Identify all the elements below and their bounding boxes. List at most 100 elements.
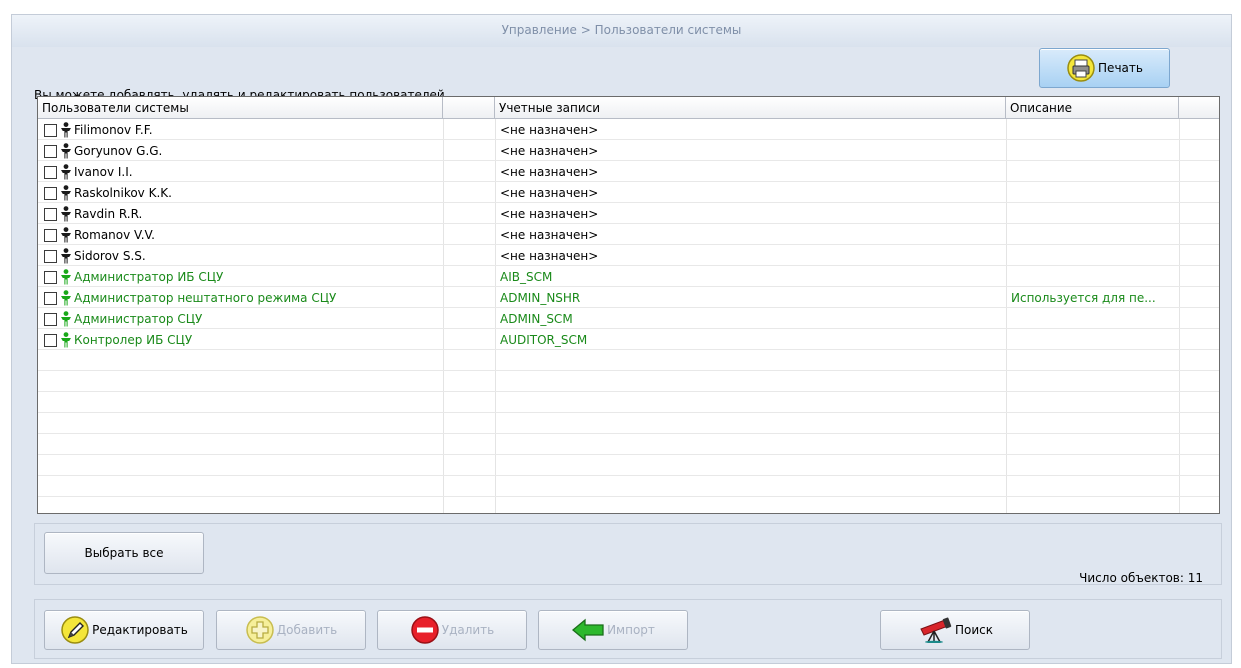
search-button[interactable]: Поиск <box>880 610 1030 650</box>
account-name: <не назначен> <box>500 165 599 179</box>
table-row[interactable]: Администратор СЦУ ADMIN_SCM <box>38 309 1219 329</box>
empty-row <box>38 393 1219 413</box>
delete-button[interactable]: Удалить <box>377 610 527 650</box>
user-icon <box>60 206 72 222</box>
row-checkbox[interactable] <box>44 229 57 242</box>
user-description <box>1011 330 1175 350</box>
system-user-icon <box>60 311 72 327</box>
account-name: AIB_SCM <box>500 270 553 284</box>
row-checkbox[interactable] <box>44 292 57 305</box>
table-row[interactable]: Romanov V.V. <не назначен> <box>38 225 1219 245</box>
account-name: <не назначен> <box>500 123 599 137</box>
account-name: <не назначен> <box>500 144 599 158</box>
select-all-label: Выбрать все <box>84 546 164 560</box>
row-checkbox[interactable] <box>44 271 57 284</box>
column-header-blank[interactable] <box>443 97 495 119</box>
account-name: <не назначен> <box>500 207 599 221</box>
pencil-icon <box>60 615 90 645</box>
row-checkbox[interactable] <box>44 313 57 326</box>
user-name: Romanov V.V. <box>74 228 155 242</box>
user-name: Goryunov G.G. <box>74 144 163 158</box>
table-row[interactable]: Filimonov F.F. <не назначен> <box>38 120 1219 140</box>
import-button-label: Импорт <box>607 623 655 637</box>
account-name: ADMIN_NSHR <box>500 291 581 305</box>
user-icon <box>60 143 72 159</box>
edit-button[interactable]: Редактировать <box>44 610 204 650</box>
user-name: Администратор СЦУ <box>74 312 203 326</box>
row-checkbox[interactable] <box>44 166 57 179</box>
add-button-label: Добавить <box>276 623 338 637</box>
table-row[interactable]: Администратор нештатного режима СЦУ ADMIN… <box>38 288 1219 308</box>
table-header: Пользователи системы Учетные записи Опис… <box>38 97 1219 119</box>
empty-row <box>38 477 1219 497</box>
system-user-icon <box>60 290 72 306</box>
user-icon <box>60 122 72 138</box>
user-name: Sidorov S.S. <box>74 249 146 263</box>
row-checkbox[interactable] <box>44 208 57 221</box>
user-description <box>1011 225 1175 245</box>
user-name: Ravdin R.R. <box>74 207 143 221</box>
user-description <box>1011 246 1175 266</box>
user-icon <box>60 185 72 201</box>
system-user-icon <box>60 269 72 285</box>
user-description <box>1011 162 1175 182</box>
row-checkbox[interactable] <box>44 187 57 200</box>
user-name: Администратор нештатного режима СЦУ <box>74 291 337 305</box>
empty-row <box>38 456 1219 476</box>
user-name: Администратор ИБ СЦУ <box>74 270 224 284</box>
search-button-label: Поиск <box>954 623 993 637</box>
row-checkbox[interactable] <box>44 334 57 347</box>
user-icon <box>60 164 72 180</box>
add-button[interactable]: Добавить <box>216 610 366 650</box>
users-table: Пользователи системы Учетные записи Опис… <box>37 96 1220 514</box>
user-icon <box>60 227 72 243</box>
account-name: <не назначен> <box>500 228 599 242</box>
empty-row <box>38 414 1219 434</box>
empty-row <box>38 372 1219 392</box>
user-description <box>1011 204 1175 224</box>
user-name: Raskolnikov K.K. <box>74 186 172 200</box>
account-name: ADMIN_SCM <box>500 312 573 326</box>
user-name: Ivanov I.I. <box>74 165 133 179</box>
print-button-label: Печать <box>1098 61 1143 75</box>
window-title: Управление > Пользователи системы <box>12 15 1231 47</box>
system-user-icon <box>60 332 72 348</box>
user-description <box>1011 120 1175 140</box>
selection-panel: Выбрать все Число объектов: 11 <box>34 523 1222 585</box>
table-row[interactable]: Sidorov S.S. <не назначен> <box>38 246 1219 266</box>
select-all-button[interactable]: Выбрать все <box>44 532 204 574</box>
edit-button-label: Редактировать <box>92 623 188 637</box>
column-header-accounts[interactable]: Учетные записи <box>495 97 1006 119</box>
user-description <box>1011 183 1175 203</box>
table-row[interactable]: Goryunov G.G. <не назначен> <box>38 141 1219 161</box>
row-checkbox[interactable] <box>44 145 57 158</box>
user-description <box>1011 309 1175 329</box>
plus-icon <box>245 615 275 645</box>
user-description <box>1011 141 1175 161</box>
arrow-left-icon <box>571 618 605 642</box>
users-panel: Управление > Пользователи системы Вы мож… <box>11 14 1232 664</box>
column-header-users[interactable]: Пользователи системы <box>38 97 443 119</box>
import-button[interactable]: Импорт <box>538 610 688 650</box>
account-name: <не назначен> <box>500 249 599 263</box>
user-description: Используется для пе... <box>1011 291 1156 305</box>
table-row[interactable]: Администратор ИБ СЦУ AIB_SCM <box>38 267 1219 287</box>
delete-button-label: Удалить <box>441 623 495 637</box>
column-header-filler <box>1179 97 1219 119</box>
column-header-description[interactable]: Описание <box>1006 97 1179 119</box>
table-row[interactable]: Raskolnikov K.K. <не назначен> <box>38 183 1219 203</box>
row-checkbox[interactable] <box>44 124 57 137</box>
user-name: Filimonov F.F. <box>74 123 153 137</box>
table-row[interactable]: Контролер ИБ СЦУ AUDITOR_SCM <box>38 330 1219 350</box>
empty-row <box>38 435 1219 455</box>
print-button[interactable]: Печать <box>1039 48 1170 88</box>
row-checkbox[interactable] <box>44 250 57 263</box>
minus-icon <box>410 615 440 645</box>
printer-icon <box>1066 53 1096 83</box>
account-name: AUDITOR_SCM <box>500 333 588 347</box>
table-row[interactable]: Ravdin R.R. <не назначен> <box>38 204 1219 224</box>
table-row[interactable]: Ivanov I.I. <не назначен> <box>38 162 1219 182</box>
user-description <box>1011 267 1175 287</box>
action-toolbar: Редактировать Добавить Удалить Импорт По… <box>34 599 1222 659</box>
account-name: <не назначен> <box>500 186 599 200</box>
